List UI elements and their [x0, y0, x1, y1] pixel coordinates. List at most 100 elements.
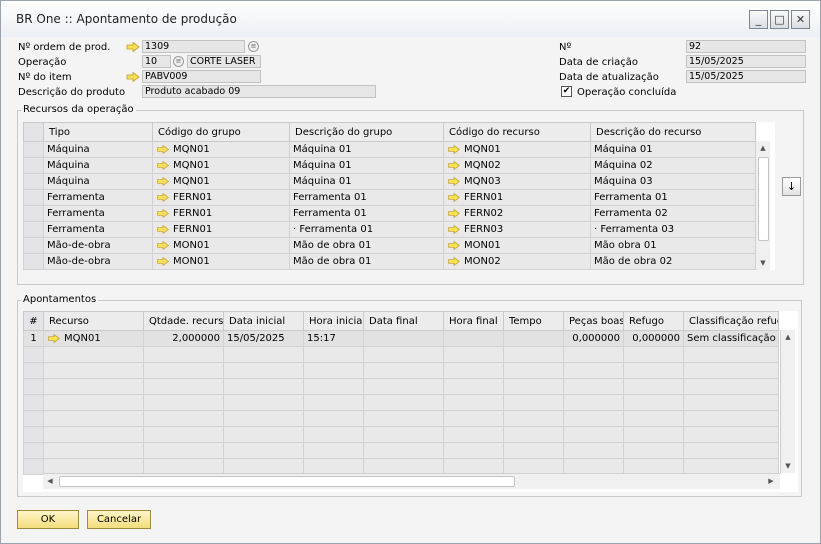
col-recurso[interactable]: Recurso — [43, 311, 144, 331]
table-row[interactable]: Máquina MQN01 Máquina 01 MQN03 Máquina 03 — [23, 173, 756, 190]
cell-qtdade-recurso[interactable]: 2,000000 — [143, 330, 224, 347]
cell-data-final[interactable] — [363, 330, 444, 347]
link-arrow-icon[interactable] — [447, 192, 461, 202]
cell-descricao-grupo[interactable]: Máquina 01 — [289, 141, 444, 158]
close-button[interactable]: ✕ — [791, 10, 810, 29]
empty-table-row[interactable] — [23, 394, 779, 411]
scroll-right-icon[interactable]: ▶ — [764, 474, 778, 488]
col-codigo-grupo[interactable]: Código do grupo — [152, 122, 290, 142]
cell-codigo-grupo[interactable]: MON01 — [152, 237, 290, 254]
empty-cell[interactable] — [683, 346, 779, 363]
row-header[interactable] — [23, 378, 44, 395]
cell-descricao-recurso[interactable]: · Ferramenta 03 — [590, 221, 756, 238]
item-field[interactable]: PABV009 — [142, 70, 261, 83]
cell-tipo[interactable]: Máquina — [43, 157, 153, 174]
empty-cell[interactable] — [443, 362, 504, 379]
empty-table-row[interactable] — [23, 378, 779, 395]
link-arrow-icon[interactable] — [447, 144, 461, 154]
data-criacao-field[interactable]: 15/05/2025 — [686, 55, 806, 68]
cell-recurso[interactable]: MQN01 — [43, 330, 144, 347]
empty-cell[interactable] — [303, 442, 364, 459]
link-arrow-icon[interactable] — [156, 224, 170, 234]
cell-codigo-recurso[interactable]: FERN02 — [443, 205, 591, 222]
cell-descricao-recurso[interactable]: Mão de obra 02 — [590, 253, 756, 270]
row-header[interactable] — [23, 221, 44, 238]
row-header[interactable] — [23, 141, 44, 158]
empty-cell[interactable] — [443, 378, 504, 395]
row-header[interactable] — [23, 426, 44, 443]
empty-cell[interactable] — [503, 378, 564, 395]
empty-cell[interactable] — [223, 378, 304, 395]
col-hora-final[interactable]: Hora final — [443, 311, 504, 331]
empty-cell[interactable] — [143, 378, 224, 395]
empty-cell[interactable] — [303, 394, 364, 411]
empty-cell[interactable] — [443, 410, 504, 427]
cell-codigo-recurso[interactable]: MQN03 — [443, 173, 591, 190]
cell-refugo[interactable]: 0,000000 — [623, 330, 684, 347]
empty-cell[interactable] — [143, 410, 224, 427]
col-descricao-grupo[interactable]: Descrição do grupo — [289, 122, 444, 142]
empty-cell[interactable] — [563, 410, 624, 427]
link-arrow-icon[interactable] — [447, 176, 461, 186]
link-arrow-icon[interactable] — [447, 208, 461, 218]
link-arrow-icon[interactable] — [156, 192, 170, 202]
empty-cell[interactable] — [143, 362, 224, 379]
empty-cell[interactable] — [563, 362, 624, 379]
link-arrow-icon[interactable] — [156, 144, 170, 154]
empty-cell[interactable] — [563, 426, 624, 443]
cell-tempo[interactable] — [503, 330, 564, 347]
empty-cell[interactable] — [223, 442, 304, 459]
recursos-vertical-scrollbar[interactable]: ▲ ▼ — [755, 141, 770, 270]
empty-cell[interactable] — [43, 378, 144, 395]
empty-cell[interactable] — [683, 394, 779, 411]
empty-cell[interactable] — [43, 346, 144, 363]
cell-classificacao-refugo[interactable]: Sem classificação — [683, 330, 779, 347]
empty-cell[interactable] — [363, 362, 444, 379]
table-row[interactable]: Ferramenta FERN01 · Ferramenta 01 FERN03 · F… — [23, 221, 756, 238]
link-arrow-icon[interactable] — [126, 72, 140, 82]
row-header[interactable] — [23, 442, 44, 459]
col-hora-inicial[interactable]: Hora inicial — [303, 311, 364, 331]
empty-cell[interactable] — [623, 426, 684, 443]
cell-tipo[interactable]: Máquina — [43, 141, 153, 158]
empty-cell[interactable] — [223, 346, 304, 363]
cell-descricao-grupo[interactable]: Ferramenta 01 — [289, 205, 444, 222]
row-header[interactable] — [23, 362, 44, 379]
empty-cell[interactable] — [623, 346, 684, 363]
table-row[interactable]: Mão-de-obra MON01 Mão de obra 01 MON02 Mão d… — [23, 253, 756, 270]
cell-tipo[interactable]: Mão-de-obra — [43, 237, 153, 254]
scroll-down-icon[interactable]: ▼ — [781, 459, 795, 473]
empty-table-row[interactable] — [23, 346, 779, 363]
empty-cell[interactable] — [43, 410, 144, 427]
cell-codigo-grupo[interactable]: MQN01 — [152, 157, 290, 174]
cell-tipo[interactable]: Ferramenta — [43, 205, 153, 222]
empty-cell[interactable] — [143, 346, 224, 363]
empty-cell[interactable] — [623, 410, 684, 427]
operacao-info-icon[interactable]: ≡ — [173, 56, 184, 67]
link-arrow-icon[interactable] — [156, 176, 170, 186]
empty-cell[interactable] — [223, 426, 304, 443]
row-header[interactable] — [23, 173, 44, 190]
empty-table-row[interactable] — [23, 426, 779, 443]
link-arrow-icon[interactable] — [447, 240, 461, 250]
empty-cell[interactable] — [503, 346, 564, 363]
empty-cell[interactable] — [503, 442, 564, 459]
data-atualizacao-field[interactable]: 15/05/2025 — [686, 70, 806, 83]
cell-tipo[interactable]: Ferramenta — [43, 189, 153, 206]
cell-codigo-grupo[interactable]: FERN01 — [152, 189, 290, 206]
row-header[interactable] — [23, 394, 44, 411]
cell-codigo-grupo[interactable]: FERN01 — [152, 205, 290, 222]
col-data-final[interactable]: Data final — [363, 311, 444, 331]
table-row[interactable]: Ferramenta FERN01 Ferramenta 01 FERN01 Ferra… — [23, 189, 756, 206]
col-data-inicial[interactable]: Data inicial — [223, 311, 304, 331]
cell-descricao-grupo[interactable]: Mão de obra 01 — [289, 253, 444, 270]
apontamentos-vertical-scrollbar[interactable]: ▲ ▼ — [780, 330, 795, 473]
empty-cell[interactable] — [143, 394, 224, 411]
row-header[interactable] — [23, 458, 44, 475]
cell-hora-final[interactable] — [443, 330, 504, 347]
scroll-down-icon[interactable]: ▼ — [756, 256, 770, 270]
empty-cell[interactable] — [363, 426, 444, 443]
cell-codigo-recurso[interactable]: MQN01 — [443, 141, 591, 158]
empty-table-row[interactable] — [23, 442, 779, 459]
empty-cell[interactable] — [503, 426, 564, 443]
